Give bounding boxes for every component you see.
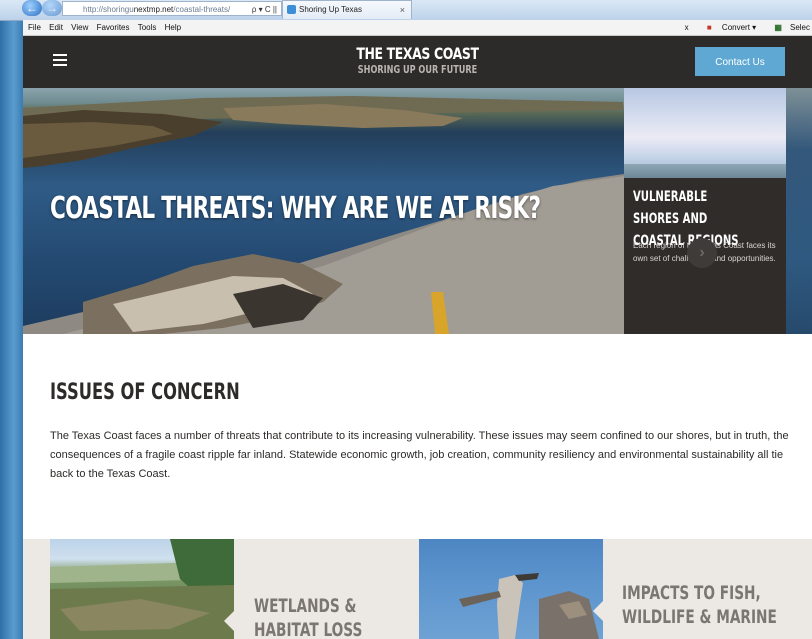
site-title: THE TEXAS COAST bbox=[356, 44, 479, 63]
select-button[interactable]: ▦ Selec bbox=[766, 23, 810, 32]
menu-edit[interactable]: Edit bbox=[49, 20, 63, 35]
browser-menubar: File Edit View Favorites Tools Help x ■ … bbox=[23, 20, 812, 36]
site-subtitle: SHORING UP OUR FUTURE bbox=[357, 63, 478, 76]
menu-tools[interactable]: Tools bbox=[138, 20, 157, 35]
window-frame-left bbox=[0, 0, 23, 639]
address-controls[interactable]: ρ ▾ C || bbox=[252, 2, 277, 15]
close-tab-icon[interactable]: × bbox=[400, 1, 405, 19]
wildlife-card-title[interactable]: IMPACTS TO FISH, WILDLIFE & MARINE bbox=[622, 581, 777, 629]
wildlife-card-image[interactable] bbox=[419, 539, 603, 639]
wildlife-title-line1: IMPACTS TO FISH, bbox=[622, 582, 761, 604]
card-notch-2 bbox=[593, 601, 603, 621]
issues-paragraph: The Texas Coast faces a number of threat… bbox=[50, 430, 789, 480]
wetlands-card-image[interactable] bbox=[50, 539, 234, 639]
hero-photo-edge bbox=[786, 88, 812, 334]
page-viewport: THE TEXAS COAST SHORING UP OUR FUTURE Co… bbox=[23, 36, 812, 639]
region-card-image bbox=[624, 88, 786, 178]
menu-help[interactable]: Help bbox=[165, 20, 181, 35]
toolbar-right: x ■ Convert ▾ ▦ Selec bbox=[677, 20, 810, 35]
wetlands-title-line2: HABITAT LOSS bbox=[254, 619, 363, 639]
contact-us-button[interactable]: Contact Us bbox=[695, 47, 785, 76]
back-icon[interactable]: ← bbox=[22, 0, 42, 16]
hero-title: COASTAL THREATS: WHY ARE WE AT RISK? bbox=[50, 191, 541, 226]
select-icon: ▦ bbox=[774, 23, 782, 32]
wetlands-title-line1: WETLANDS & bbox=[254, 595, 357, 617]
card-notch-1 bbox=[224, 611, 234, 631]
wetlands-card-title[interactable]: WETLANDS & HABITAT LOSS bbox=[254, 594, 362, 639]
hero-banner: COASTAL THREATS: WHY ARE WE AT RISK? VUL… bbox=[23, 88, 812, 334]
tab-shoring-up-texas[interactable]: Shoring Up Texas × bbox=[282, 0, 412, 19]
site-brand[interactable]: THE TEXAS COAST SHORING UP OUR FUTURE bbox=[23, 44, 812, 77]
browser-titlebar: ← → http://shoringunextmp.net/coastal-th… bbox=[0, 0, 812, 21]
page-favicon-icon bbox=[287, 5, 296, 14]
url-path: /coastal-threats/ bbox=[173, 5, 231, 14]
pdf-convert-icon: ■ bbox=[706, 23, 712, 32]
issues-heading: ISSUES OF CONCERN bbox=[50, 380, 240, 405]
menu-file[interactable]: File bbox=[28, 20, 41, 35]
convert-label: Convert bbox=[721, 23, 750, 32]
address-bar[interactable]: http://shoringunextmp.net/coastal-threat… bbox=[62, 1, 282, 16]
region-card[interactable]: VULNERABLE SHORES AND COASTAL REGIONS Ea… bbox=[624, 88, 786, 334]
select-label: Selec bbox=[789, 23, 810, 32]
forward-icon[interactable]: → bbox=[42, 0, 62, 16]
site-header: THE TEXAS COAST SHORING UP OUR FUTURE Co… bbox=[23, 36, 812, 88]
close-toolbar-icon[interactable]: x bbox=[685, 23, 689, 32]
wildlife-title-line2: WILDLIFE & MARINE bbox=[622, 606, 777, 628]
menu-favorites[interactable]: Favorites bbox=[97, 20, 130, 35]
url-domain: nextmp.net bbox=[133, 5, 174, 14]
url-prefix: http://shoringu bbox=[83, 5, 134, 14]
menu-view[interactable]: View bbox=[71, 20, 88, 35]
tab-title: Shoring Up Texas bbox=[299, 5, 362, 14]
next-arrow-icon[interactable]: › bbox=[687, 238, 717, 268]
convert-button[interactable]: ■ Convert ▾ bbox=[699, 23, 756, 32]
